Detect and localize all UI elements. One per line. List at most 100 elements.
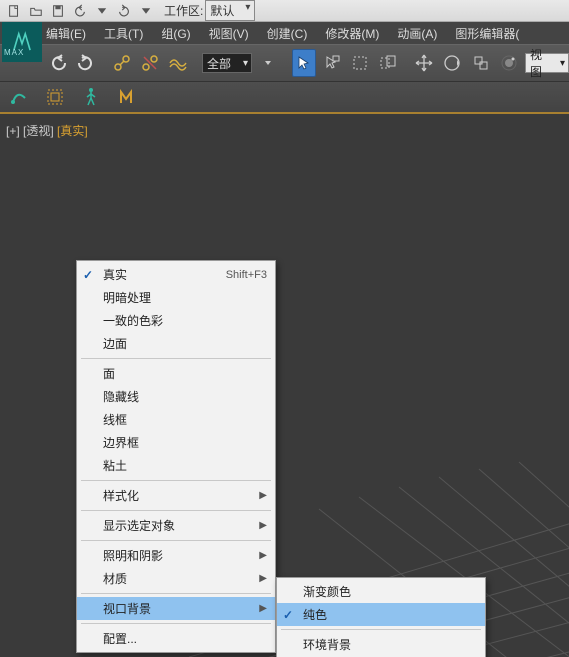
menu-graph-editors[interactable]: 图形编辑器(: [455, 25, 519, 42]
viewport-label-plus[interactable]: [+]: [6, 124, 20, 138]
selection-filter-dropdown-arrow[interactable]: [256, 49, 280, 77]
menu-animation[interactable]: 动画(A): [397, 25, 437, 42]
bind-spacewarp-button[interactable]: [166, 49, 190, 77]
workspace-label: 工作区:: [164, 2, 203, 19]
menu-bar: 编辑(E) 工具(T) 组(G) 视图(V) 创建(C) 修改器(M) 动画(A…: [0, 22, 569, 44]
shading-menu-item-label: 边界框: [103, 434, 139, 451]
shading-menu-item-3[interactable]: 边面: [77, 332, 275, 355]
redo-icon[interactable]: [114, 2, 134, 20]
menu-view[interactable]: 视图(V): [209, 25, 249, 42]
viewport-label[interactable]: [+] [透视] [真实]: [6, 122, 88, 139]
shading-context-menu: ✓真实Shift+F3明暗处理一致的色彩边面面隐藏线线框边界框粘土样式化▶显示选…: [76, 260, 276, 653]
viewport-label-shading[interactable]: [真实]: [57, 124, 88, 138]
submenu-arrow-icon: ▶: [259, 603, 267, 614]
shading-menu-item-15[interactable]: 照明和阴影 ▶: [77, 544, 275, 567]
shading-menu-item-6[interactable]: 隐藏线: [77, 385, 275, 408]
vpbg-menu-item-3[interactable]: 环境背景: [277, 633, 485, 656]
viewport-label-view[interactable]: [透视]: [23, 124, 54, 138]
shading-menu-item-13[interactable]: 显示选定对象 ▶: [77, 514, 275, 537]
shading-menu-item-label: 粘土: [103, 457, 127, 474]
submenu-arrow-icon: ▶: [259, 520, 267, 531]
shading-menu-item-label: 显示选定对象: [103, 517, 175, 534]
shading-menu-separator: [81, 623, 271, 624]
save-icon[interactable]: [48, 2, 68, 20]
menu-group[interactable]: 组(G): [161, 25, 190, 42]
shading-menu-separator: [81, 480, 271, 481]
rectangular-selection-region-button[interactable]: [348, 49, 372, 77]
menu-tools[interactable]: 工具(T): [104, 25, 143, 42]
viewport[interactable]: [+] [透视] [真实] ✓ 真实 Shift+F3 明暗处理一致的色彩边面面隐藏线…: [0, 114, 569, 657]
unlink-button[interactable]: [138, 49, 162, 77]
shading-menu-item-5[interactable]: 面: [77, 362, 275, 385]
select-object-button[interactable]: [292, 49, 316, 77]
titlebar-icon-group: [4, 2, 156, 20]
shading-menu-item-label: 隐藏线: [103, 388, 139, 405]
redo-dropdown-icon[interactable]: [136, 2, 156, 20]
viewport-background-submenu: 渐变颜色✓纯色环境背景自定义图像文件配置视口背景(B)...Alt+B: [276, 577, 486, 657]
shading-menu-item-label: 面: [103, 365, 115, 382]
shading-menu-separator: [81, 593, 271, 594]
shading-menu-separator: [81, 540, 271, 541]
scale-button[interactable]: [469, 49, 493, 77]
submenu-arrow-icon: ▶: [259, 573, 267, 584]
new-file-icon[interactable]: [4, 2, 24, 20]
rotate-button[interactable]: [440, 49, 464, 77]
vpbg-menu-item-0[interactable]: 渐变颜色: [277, 580, 485, 603]
shading-menu-separator: [81, 358, 271, 359]
shading-menu-item-7[interactable]: 线框: [77, 408, 275, 431]
title-bar: 工作区: 默认: [0, 0, 569, 22]
m-tool-icon[interactable]: [116, 86, 138, 108]
shading-menu-item-label: 照明和阴影: [103, 547, 163, 564]
window-crossing-button[interactable]: [376, 49, 400, 77]
submenu-arrow-icon: ▶: [259, 490, 267, 501]
shading-menu-item-0[interactable]: ✓ 真实 Shift+F3: [77, 263, 275, 286]
check-icon: ✓: [83, 268, 93, 282]
shading-menu-item-9[interactable]: 粘土: [77, 454, 275, 477]
shading-menu-item-2[interactable]: 一致的色彩: [77, 309, 275, 332]
undo-button[interactable]: [46, 49, 70, 77]
vpbg-menu-item-label: 纯色: [303, 606, 327, 623]
shading-menu-item-label: 明暗处理: [103, 289, 151, 306]
shading-menu-item-16[interactable]: 材质 ▶: [77, 567, 275, 590]
shading-menu-item-20[interactable]: 配置...: [77, 627, 275, 650]
workspace-value[interactable]: 默认: [205, 0, 255, 21]
shading-menu-item-11[interactable]: 样式化 ▶: [77, 484, 275, 507]
biped-icon[interactable]: [80, 86, 102, 108]
sculpt-tool-icon[interactable]: [8, 86, 30, 108]
shading-menu-item-label: 真实: [103, 266, 127, 283]
open-file-icon[interactable]: [26, 2, 46, 20]
main-toolbar: 全部 视图: [0, 44, 569, 82]
shading-menu-item-1[interactable]: 明暗处理: [77, 286, 275, 309]
selection-filter-dropdown[interactable]: 全部: [202, 53, 252, 73]
app-logo-label: MAX: [4, 48, 24, 57]
select-by-name-button[interactable]: [320, 49, 344, 77]
reference-coord-dropdown[interactable]: 视图: [525, 53, 569, 73]
menu-modifiers[interactable]: 修改器(M): [325, 25, 379, 42]
submenu-arrow-icon: ▶: [259, 550, 267, 561]
viewport-layout-icon[interactable]: [44, 86, 66, 108]
shading-menu-item-label: 线框: [103, 411, 127, 428]
redo-button[interactable]: [74, 49, 98, 77]
shading-menu-item-label: 样式化: [103, 487, 139, 504]
vpbg-menu-item-1[interactable]: ✓ 纯色: [277, 603, 485, 626]
shading-menu-item-label: 配置...: [103, 630, 137, 647]
secondary-toolbar: [0, 82, 569, 114]
shading-menu-separator: [81, 510, 271, 511]
menu-edit[interactable]: 编辑(E): [46, 25, 86, 42]
check-icon: ✓: [283, 608, 293, 622]
workspace-selector[interactable]: 工作区: 默认: [164, 0, 255, 21]
shading-menu-item-label: 材质: [103, 570, 127, 587]
undo-icon[interactable]: [70, 2, 90, 20]
shading-menu-item-18[interactable]: 视口背景 ▶: [77, 597, 275, 620]
move-button[interactable]: [412, 49, 436, 77]
placement-button[interactable]: [497, 49, 521, 77]
shading-menu-item-8[interactable]: 边界框: [77, 431, 275, 454]
menu-create[interactable]: 创建(C): [267, 25, 308, 42]
vpbg-menu-item-label: 环境背景: [303, 636, 351, 653]
undo-dropdown-icon[interactable]: [92, 2, 112, 20]
shortcut-label: Shift+F3: [226, 269, 267, 281]
link-button[interactable]: [110, 49, 134, 77]
shading-menu-item-label: 视口背景: [103, 600, 151, 617]
shading-menu-item-label: 一致的色彩: [103, 312, 163, 329]
shading-menu-item-label: 边面: [103, 335, 127, 352]
